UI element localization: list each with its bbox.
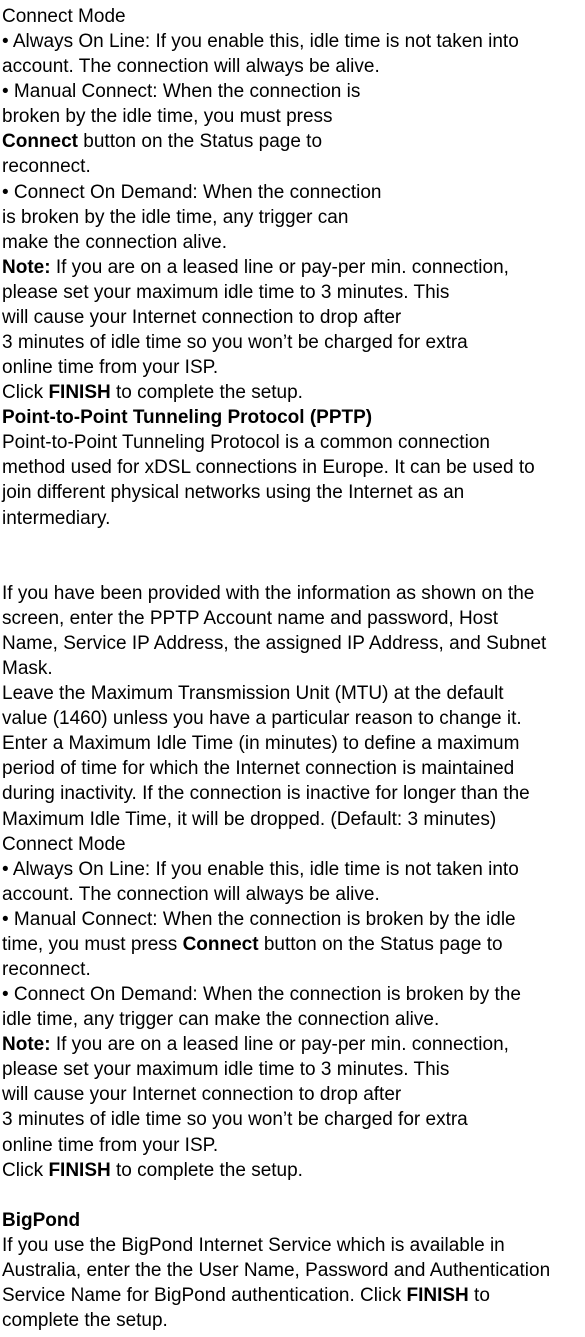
text-line: 3 minutes of idle time so you won’t be c… — [2, 1107, 583, 1132]
text-inline: to complete the setup. — [111, 382, 303, 403]
connect-mode-heading-1: Connect Mode — [2, 4, 583, 29]
text-line: If you use the BigPond Internet Service … — [2, 1233, 583, 1258]
text-line: during inactivity. If the connection is … — [2, 781, 583, 806]
text-line: If you have been provided with the infor… — [2, 581, 583, 606]
text-inline: button on the Status page to — [259, 934, 503, 955]
text-line: • Connect On Demand: When the connection… — [2, 982, 583, 1007]
text-line: Maximum Idle Time, it will be dropped. (… — [2, 807, 583, 832]
text-line: is broken by the idle time, any trigger … — [2, 205, 583, 230]
note-bold: Note: — [2, 1034, 51, 1055]
finish-bold: FINISH — [48, 382, 110, 403]
pptp-heading: Point-to-Point Tunneling Protocol (PPTP) — [2, 405, 583, 430]
text-line: value (1460) unless you have a particula… — [2, 706, 583, 731]
text-line: Mask. — [2, 656, 583, 681]
text-line: please set your maximum idle time to 3 m… — [2, 280, 583, 305]
text-line: Australia, enter the the User Name, Pass… — [2, 1258, 583, 1283]
text-line: Leave the Maximum Transmission Unit (MTU… — [2, 681, 583, 706]
text-line: Note: If you are on a leased line or pay… — [2, 255, 583, 280]
text-line: account. The connection will always be a… — [2, 882, 583, 907]
text-line: Click FINISH to complete the setup. — [2, 380, 583, 405]
text-inline: Click — [2, 382, 48, 403]
text-inline: Service Name for BigPond authentication.… — [2, 1285, 406, 1306]
text-inline: to complete the setup. — [111, 1160, 303, 1181]
text-line: broken by the idle time, you must press — [2, 104, 583, 129]
text-line: online time from your ISP. — [2, 355, 583, 380]
text-line: time, you must press Connect button on t… — [2, 932, 583, 957]
text-line: Name, Service IP Address, the assigned I… — [2, 631, 583, 656]
text-line: period of time for which the Internet co… — [2, 756, 583, 781]
text-line: 3 minutes of idle time so you won’t be c… — [2, 330, 583, 355]
bigpond-heading: BigPond — [2, 1208, 583, 1233]
text-inline: If you are on a leased line or pay-per m… — [51, 1034, 509, 1055]
text-line: • Always On Line: If you enable this, id… — [2, 857, 583, 882]
text-line: will cause your Internet connection to d… — [2, 1082, 583, 1107]
text-line: reconnect. — [2, 957, 583, 982]
text-line: Connect button on the Status page to — [2, 129, 583, 154]
text-line: • Always On Line: If you enable this, id… — [2, 29, 583, 54]
text-inline: button on the Status page to — [78, 131, 322, 152]
text-line: account. The connection will always be a… — [2, 54, 583, 79]
text-line: Point-to-Point Tunneling Protocol is a c… — [2, 430, 583, 455]
text-inline: to — [469, 1285, 490, 1306]
text-line: • Manual Connect: When the connection is… — [2, 907, 583, 932]
text-line: make the connection alive. — [2, 230, 583, 255]
text-line: Service Name for BigPond authentication.… — [2, 1283, 583, 1308]
text-line: • Connect On Demand: When the connection — [2, 180, 583, 205]
text-inline: Click — [2, 1160, 48, 1181]
text-line: please set your maximum idle time to 3 m… — [2, 1057, 583, 1082]
text-inline: time, you must press — [2, 934, 183, 955]
text-line: will cause your Internet connection to d… — [2, 305, 583, 330]
connect-bold: Connect — [183, 934, 259, 955]
connect-mode-heading-2: Connect Mode — [2, 832, 583, 857]
text-line: • Manual Connect: When the connection is — [2, 79, 583, 104]
finish-bold: FINISH — [406, 1285, 468, 1306]
text-line: join different physical networks using t… — [2, 480, 583, 505]
connect-bold: Connect — [2, 131, 78, 152]
note-bold: Note: — [2, 257, 51, 278]
text-line: reconnect. — [2, 154, 583, 179]
text-line: screen, enter the PPTP Account name and … — [2, 606, 583, 631]
text-line: online time from your ISP. — [2, 1133, 583, 1158]
text-line: Note: If you are on a leased line or pay… — [2, 1032, 583, 1057]
finish-bold: FINISH — [48, 1160, 110, 1181]
text-line: idle time, any trigger can make the conn… — [2, 1007, 583, 1032]
text-inline: If you are on a leased line or pay-per m… — [51, 257, 509, 278]
text-line: Click FINISH to complete the setup. — [2, 1158, 583, 1183]
document-body: Connect Mode • Always On Line: If you en… — [2, 4, 583, 1333]
text-line: method used for xDSL connections in Euro… — [2, 455, 583, 480]
text-line: intermediary. — [2, 506, 583, 531]
text-line: complete the setup. — [2, 1308, 583, 1333]
text-line: Enter a Maximum Idle Time (in minutes) t… — [2, 731, 583, 756]
